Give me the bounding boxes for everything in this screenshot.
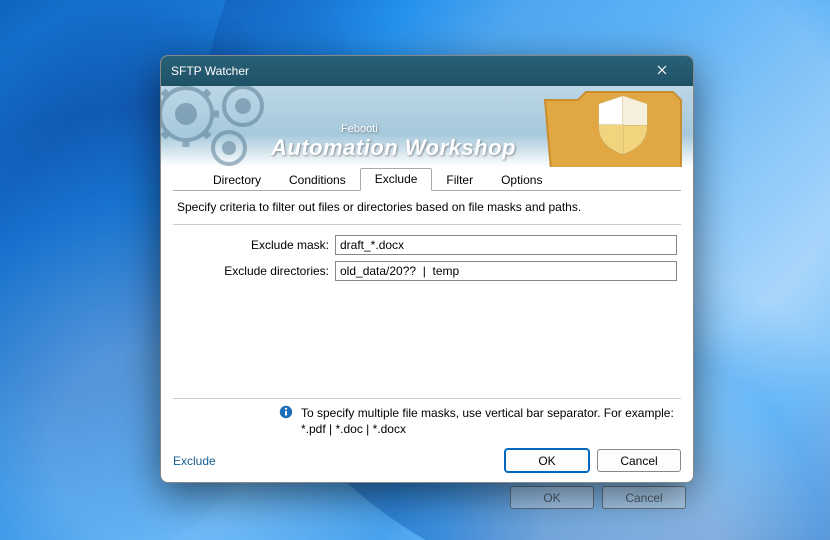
- brand-text: Febooti Automation Workshop: [271, 123, 516, 161]
- hint-line2: *.pdf | *.doc | *.docx: [301, 421, 674, 437]
- info-icon: [279, 405, 293, 437]
- status-label: Exclude: [173, 454, 216, 468]
- form-area: Exclude mask: Exclude directories:: [173, 225, 681, 287]
- close-button[interactable]: [641, 56, 683, 86]
- hint-area: To specify multiple file masks, use vert…: [173, 398, 681, 441]
- hint-line1: To specify multiple file masks, use vert…: [301, 405, 674, 421]
- tab-bar: Directory Conditions Exclude Filter Opti…: [173, 167, 681, 191]
- folder-shield-icon: [523, 86, 693, 167]
- window-title: SFTP Watcher: [171, 64, 641, 78]
- sftp-watcher-dialog: SFTP Watcher: [160, 55, 694, 483]
- brand-main: Automation Workshop: [271, 135, 516, 161]
- hint-text: To specify multiple file masks, use vert…: [301, 405, 674, 437]
- close-icon: [657, 64, 667, 78]
- background-ok-button: OK: [510, 486, 594, 509]
- cancel-button[interactable]: Cancel: [597, 449, 681, 472]
- tab-filter[interactable]: Filter: [432, 170, 487, 191]
- banner: Febooti Automation Workshop: [161, 86, 693, 167]
- exclude-dirs-input[interactable]: [335, 261, 677, 281]
- ok-button[interactable]: OK: [505, 449, 589, 472]
- background-cancel-button: Cancel: [602, 486, 686, 509]
- brand-sub: Febooti: [341, 123, 516, 135]
- tab-directory[interactable]: Directory: [199, 170, 275, 191]
- titlebar[interactable]: SFTP Watcher: [161, 56, 693, 86]
- button-bar: Exclude OK Cancel: [161, 441, 693, 482]
- instructions-text: Specify criteria to filter out files or …: [173, 191, 681, 225]
- tab-conditions[interactable]: Conditions: [275, 170, 360, 191]
- tab-options[interactable]: Options: [487, 170, 556, 191]
- tab-exclude[interactable]: Exclude: [360, 168, 433, 191]
- exclude-mask-input[interactable]: [335, 235, 677, 255]
- exclude-mask-label: Exclude mask:: [177, 238, 335, 252]
- desktop-background: OK Cancel SFTP Watcher: [0, 0, 830, 540]
- exclude-dirs-label: Exclude directories:: [177, 264, 335, 278]
- dialog-body: Directory Conditions Exclude Filter Opti…: [161, 167, 693, 441]
